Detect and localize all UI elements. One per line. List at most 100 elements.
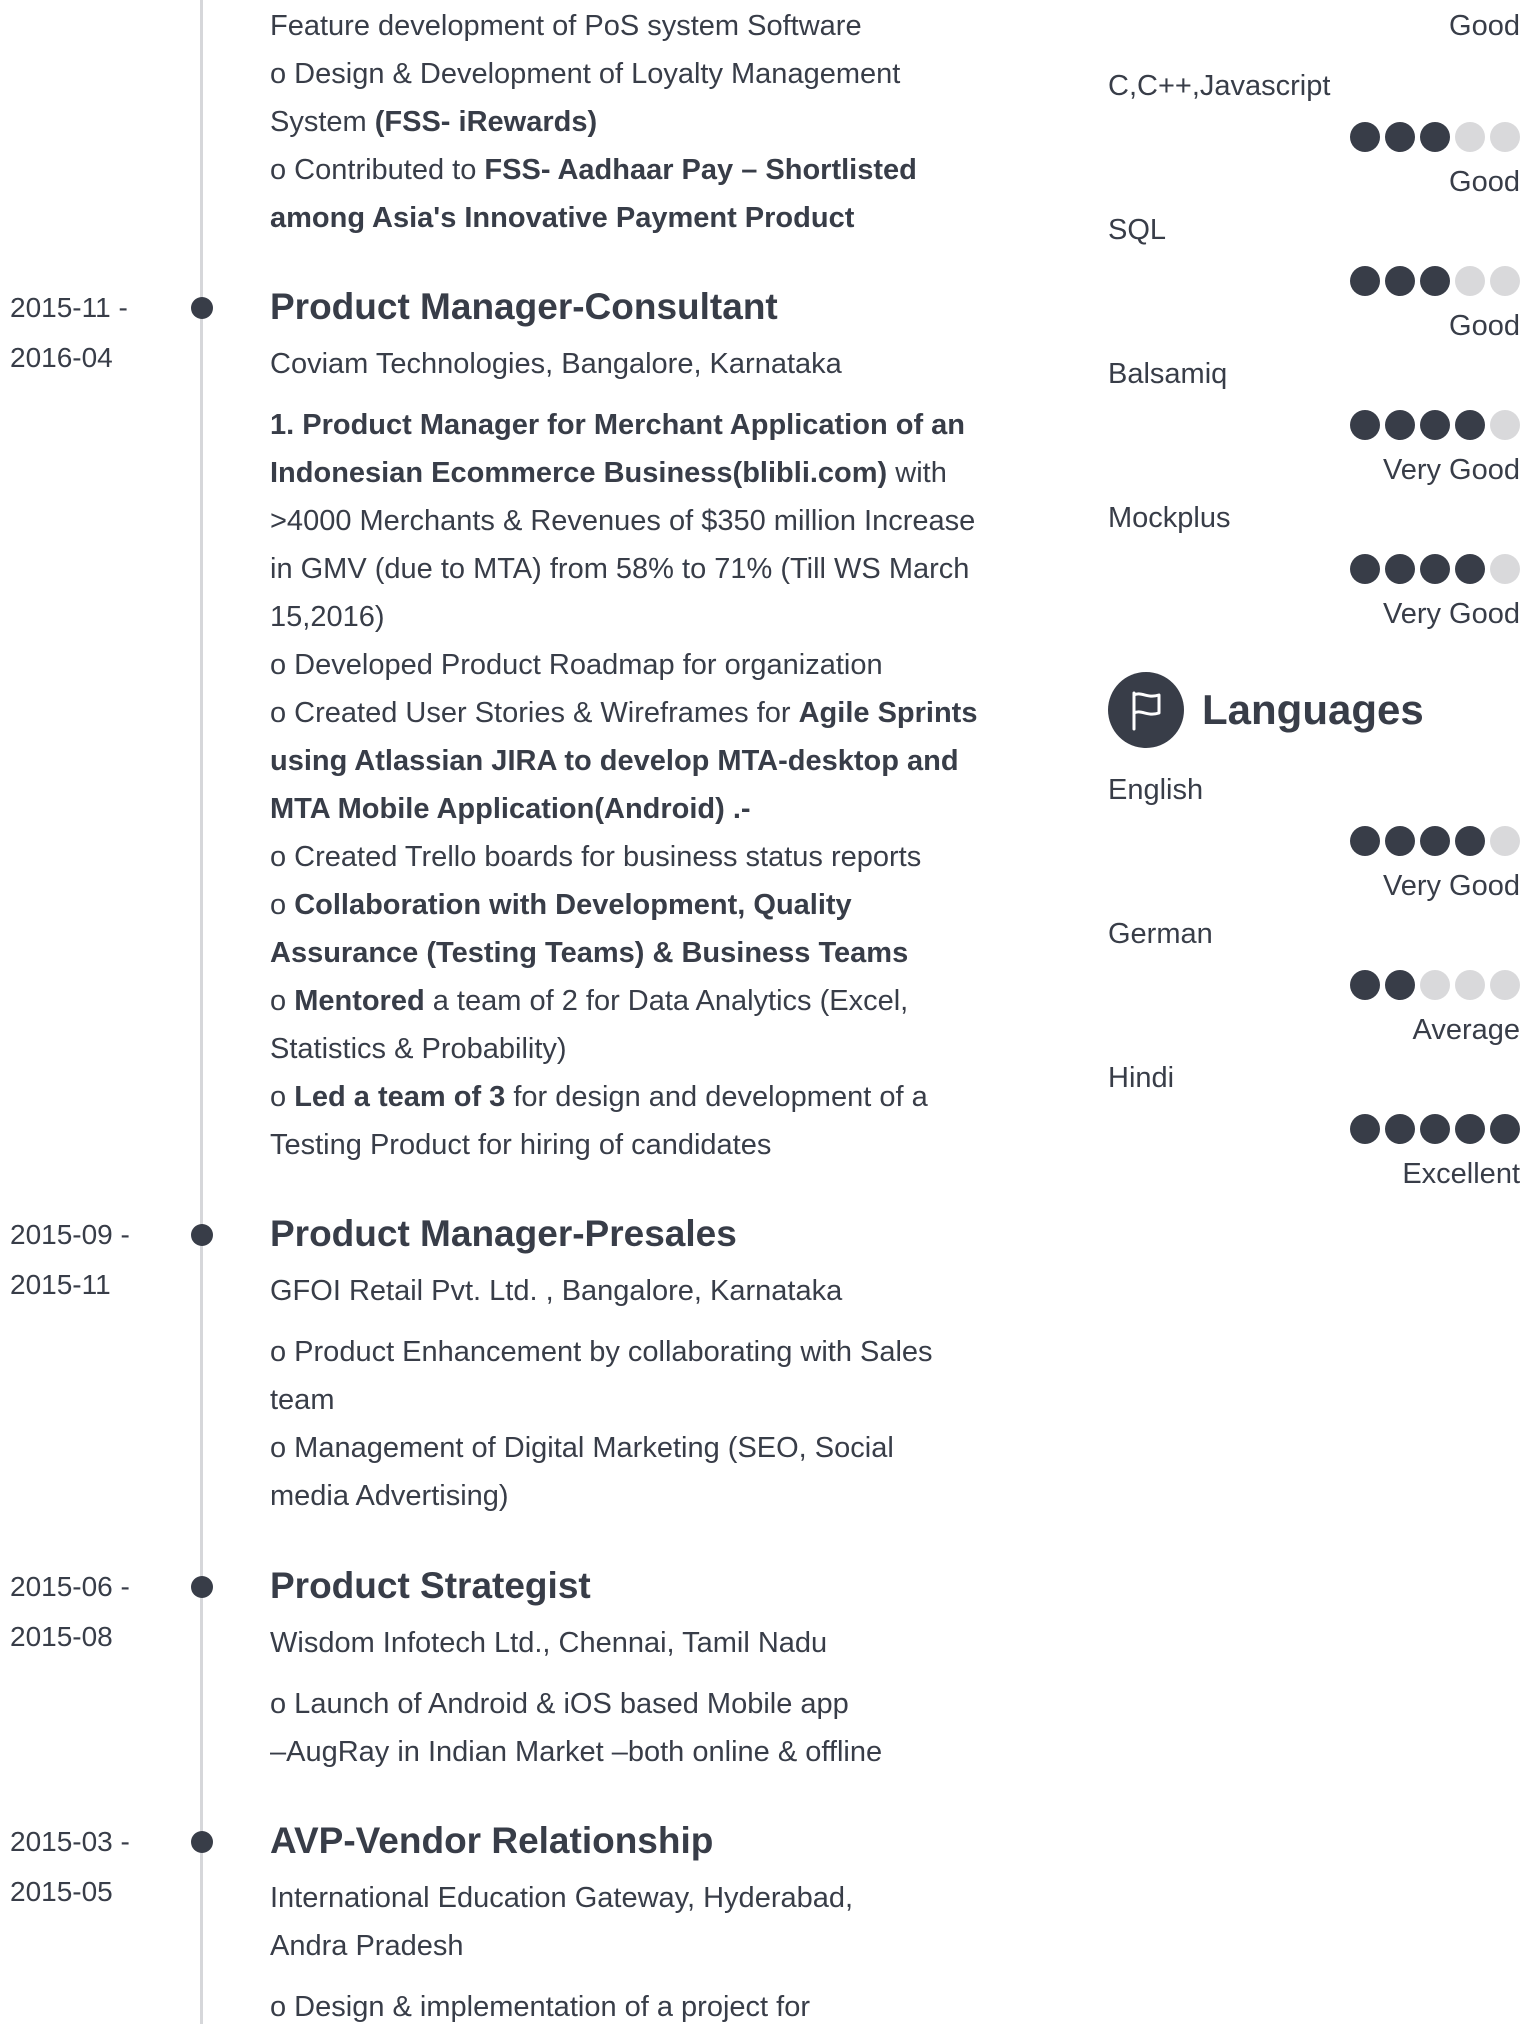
- entry-title: Product Manager-Presales: [270, 1213, 737, 1254]
- description-line: –AugRay in Indian Market –both online & …: [270, 1736, 883, 1768]
- skill-level: Very Good: [1382, 598, 1520, 630]
- description-line: 1. Product Manager for Merchant Applicat…: [270, 401, 1050, 449]
- description-line: Testing Product for hiring of candidates: [270, 1129, 772, 1161]
- text: System: [270, 106, 375, 138]
- entry-company: International Education Gateway, Hyderab…: [270, 1882, 854, 1914]
- rating-dot-filled: [1455, 410, 1485, 440]
- rating-dots: [1350, 410, 1520, 440]
- skill-item: C,C++,Javascript Good: [1100, 66, 1520, 206]
- description-line: o Management of Digital Marketing (SEO, …: [270, 1432, 894, 1464]
- text-bold: Mentored: [294, 985, 425, 1017]
- timeline-dot: [191, 1831, 213, 1853]
- skill-item: SQL Good: [1100, 210, 1520, 350]
- rating-dots: [1350, 266, 1520, 296]
- language-level: Average: [1412, 1014, 1521, 1046]
- entry-company: Andra Pradesh: [270, 1930, 464, 1962]
- rating-dot-filled: [1385, 970, 1415, 1000]
- rating-dot-filled: [1420, 410, 1450, 440]
- rating-dot-empty: [1490, 122, 1520, 152]
- rating-dot-empty: [1490, 266, 1520, 296]
- description-line: o Launch of Android & iOS based Mobile a…: [270, 1688, 849, 1720]
- description-line: >4000 Merchants & Revenues of $350 milli…: [270, 505, 976, 537]
- entry-company: GFOI Retail Pvt. Ltd. , Bangalore, Karna…: [270, 1275, 843, 1307]
- text-bold: Collaboration with Development, Quality: [294, 889, 852, 921]
- text: o: [270, 985, 295, 1017]
- rating-dots: [1350, 826, 1520, 856]
- description-line: o Product Enhancement by collaborating w…: [270, 1336, 933, 1368]
- skill-name: SQL: [1108, 214, 1167, 246]
- description-line: o Created User Stories & Wireframes for …: [270, 689, 1050, 737]
- description-line: Feature development of PoS system Softwa…: [270, 10, 862, 42]
- entry-title: Product Strategist: [270, 1565, 591, 1606]
- entry-date-start: 2015-11 -: [10, 292, 128, 323]
- text-bold: (FSS- iRewards): [374, 106, 598, 138]
- description-line: Assurance (Testing Teams) & Business Tea…: [270, 929, 1050, 977]
- entry-title: Product Manager-Consultant: [270, 286, 778, 327]
- skill-level: Good: [1449, 166, 1520, 198]
- rating-dot-filled: [1455, 1114, 1485, 1144]
- rating-dot-filled: [1385, 554, 1415, 584]
- description-line: o Created Trello boards for business sta…: [270, 841, 922, 873]
- rating-dot-filled: [1350, 970, 1380, 1000]
- section-title: Languages: [1202, 686, 1424, 733]
- rating-dot-filled: [1455, 826, 1485, 856]
- skill-item: Balsamiq Very Good: [1100, 354, 1520, 494]
- description-line: o Developed Product Roadmap for organiza…: [270, 649, 883, 681]
- rating-dot-empty: [1490, 410, 1520, 440]
- description-line: o Collaboration with Development, Qualit…: [270, 881, 1050, 929]
- languages-heading: Languages: [1108, 670, 1424, 750]
- language-item: English Very Good: [1100, 770, 1520, 910]
- text-bold: Assurance (Testing Teams) & Business Tea…: [270, 937, 909, 969]
- rating-dots: [1350, 970, 1520, 1000]
- language-level: Excellent: [1402, 1158, 1520, 1190]
- entry-company: Wisdom Infotech Ltd., Chennai, Tamil Nad…: [270, 1627, 828, 1659]
- entry-company: Coviam Technologies, Bangalore, Karnatak…: [270, 348, 842, 380]
- language-name: German: [1108, 918, 1213, 950]
- rating-dot-empty: [1455, 266, 1485, 296]
- skill-name: C,C++,Javascript: [1108, 70, 1331, 102]
- language-level: Very Good: [1382, 870, 1520, 902]
- text: a team of 2 for Data Analytics (Excel,: [424, 985, 909, 1017]
- text: o Contributed to: [270, 154, 485, 186]
- timeline-dot: [191, 1224, 213, 1246]
- rating-dot-filled: [1350, 554, 1380, 584]
- text: with: [887, 457, 947, 489]
- rating-dot-filled: [1420, 266, 1450, 296]
- description-line: o Design & Development of Loyalty Manage…: [270, 58, 901, 90]
- text-bold: FSS- Aadhaar Pay – Shortlisted: [484, 154, 917, 186]
- rating-dots: [1350, 122, 1520, 152]
- text-bold: among Asia's Innovative Payment Product: [270, 202, 855, 234]
- description-line: media Advertising): [270, 1480, 509, 1512]
- rating-dots: [1350, 554, 1520, 584]
- description-line: MTA Mobile Application(Android) .-: [270, 785, 1050, 833]
- skill-name: Balsamiq: [1108, 358, 1228, 390]
- timeline-dot: [191, 297, 213, 319]
- entry-date-start: 2015-06 -: [10, 1571, 130, 1602]
- description-line: o Led a team of 3 for design and develop…: [270, 1073, 1050, 1121]
- rating-dot-filled: [1420, 826, 1450, 856]
- skill-level: Very Good: [1382, 454, 1520, 486]
- work-experience-column: Feature development of PoS system Softwa…: [0, 0, 1040, 2024]
- description-line: System (FSS- iRewards): [270, 98, 1050, 146]
- rating-dot-empty: [1490, 970, 1520, 1000]
- rating-dot-empty: [1420, 970, 1450, 1000]
- entry-date-end: 2015-05: [10, 1876, 113, 1907]
- rating-dot-filled: [1350, 410, 1380, 440]
- rating-dot-filled: [1490, 1114, 1520, 1144]
- rating-dot-filled: [1385, 410, 1415, 440]
- timeline-dot: [191, 1576, 213, 1598]
- description-line: Statistics & Probability): [270, 1033, 567, 1065]
- text: o: [270, 889, 295, 921]
- rating-dot-filled: [1455, 554, 1485, 584]
- rating-dot-filled: [1385, 826, 1415, 856]
- rating-dot-filled: [1385, 266, 1415, 296]
- rating-dot-filled: [1420, 1114, 1450, 1144]
- language-item: Hindi Excellent: [1100, 1058, 1520, 1198]
- entry-date-end: 2016-04: [10, 342, 113, 373]
- text-bold: using Atlassian JIRA to develop MTA-desk…: [270, 745, 959, 777]
- rating-dot-filled: [1385, 1114, 1415, 1144]
- rating-dot-filled: [1350, 122, 1380, 152]
- description-line: 15,2016): [270, 601, 385, 633]
- skill-level: Good: [1449, 10, 1520, 42]
- description-line: among Asia's Innovative Payment Product: [270, 194, 1050, 242]
